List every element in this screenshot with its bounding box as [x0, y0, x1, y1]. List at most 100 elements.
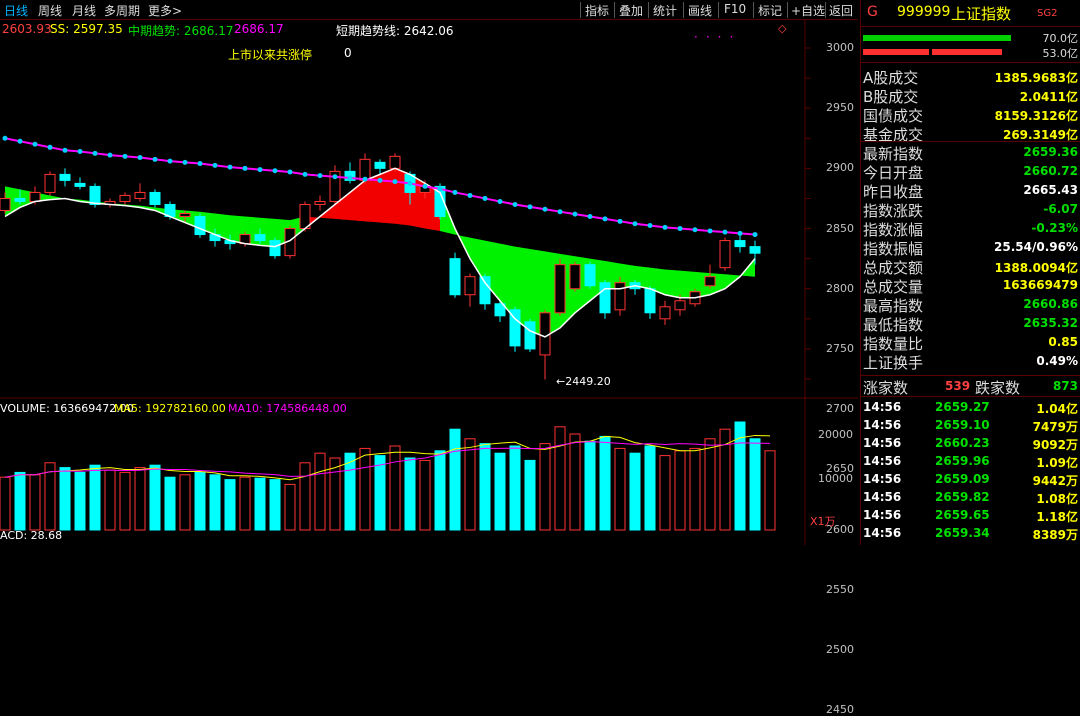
tick-price: 2659.34 — [935, 526, 990, 540]
quote-row: 指数振幅 25.54/0.96% — [861, 238, 1080, 258]
quote-value: 2.0411亿 — [1019, 90, 1078, 104]
divider — [861, 396, 1080, 397]
kline-chart-area[interactable]: 日线 周线 月线 多周期 更多> 指标 叠加 统计 画线 F10 标记 +自选 … — [0, 0, 860, 716]
tick-volume: 1.09亿 — [1036, 456, 1078, 470]
draw-line-button[interactable]: 画线 — [688, 2, 712, 19]
mark-button[interactable]: 标记 — [758, 2, 782, 19]
tab-weekly[interactable]: 周线 — [38, 2, 62, 19]
price-axis-label: 2500 — [826, 643, 854, 656]
volume-bar — [479, 443, 491, 531]
volume-bar — [89, 464, 101, 531]
candle-body — [14, 197, 26, 202]
tick-row[interactable]: 14:56 2659.34 8389万 — [861, 524, 1080, 542]
volume-bar — [14, 471, 26, 531]
tick-volume: 1.04亿 — [1036, 402, 1078, 416]
tick-time: 14:56 — [863, 526, 902, 540]
volume-bar — [659, 455, 671, 531]
ma-ribbon-segment — [380, 168, 395, 224]
tick-time: 14:56 — [863, 418, 902, 432]
toolbar-divider — [648, 2, 649, 18]
volume-bar — [269, 479, 281, 531]
quote-value: 2635.32 — [1023, 316, 1078, 330]
quote-value: -0.23% — [1031, 221, 1078, 235]
ma-mid-dot — [737, 230, 743, 236]
advance-value: 539 — [945, 379, 971, 393]
tick-row[interactable]: 14:56 2659.27 1.04亿 — [861, 398, 1080, 416]
ma-mid-dot — [512, 201, 518, 207]
candle-body — [644, 288, 656, 314]
volume-bar — [494, 452, 506, 531]
volume-bar — [419, 459, 431, 531]
quote-label: B股成交 — [863, 88, 919, 106]
tick-price: 2659.65 — [935, 508, 990, 522]
candle-body — [479, 276, 491, 305]
f10-button[interactable]: F10 — [724, 2, 746, 16]
advance-label: 涨家数 — [863, 379, 909, 397]
chart-toolbar: 日线 周线 月线 多周期 更多> 指标 叠加 统计 画线 F10 标记 +自选 … — [0, 0, 858, 20]
candle-body — [59, 173, 71, 181]
tab-monthly[interactable]: 月线 — [72, 2, 96, 19]
tick-row[interactable]: 14:56 2660.23 9092万 — [861, 434, 1080, 452]
ma-mid-dot — [572, 211, 578, 217]
ma-mid-dot — [62, 147, 68, 153]
ma-mid-dot — [47, 144, 53, 150]
overlay-button[interactable]: 叠加 — [619, 2, 643, 19]
tick-row[interactable]: 14:56 2659.96 1.09亿 — [861, 452, 1080, 470]
candle-body — [119, 194, 131, 202]
candle-body — [74, 182, 86, 187]
back-button[interactable]: 返回 — [829, 2, 853, 19]
indicator-button[interactable]: 指标 — [585, 2, 609, 19]
tick-volume: 7479万 — [1032, 420, 1078, 434]
tab-more[interactable]: 更多> — [148, 2, 182, 19]
quote-label: 指数涨跌 — [863, 202, 924, 220]
quote-label: 总成交量 — [863, 278, 924, 296]
tick-time: 14:56 — [863, 490, 902, 504]
tick-row[interactable]: 14:56 2659.82 1.08亿 — [861, 488, 1080, 506]
add-watchlist-button[interactable]: +自选 — [791, 2, 825, 19]
divider — [861, 62, 1080, 63]
quote-row: 国债成交 8159.3126亿 — [861, 105, 1080, 125]
ma-mid-dot — [542, 206, 548, 212]
quote-value: 163669479 — [1002, 278, 1078, 292]
quote-row: 今日开盘 2660.72 — [861, 162, 1080, 182]
volume-bar — [134, 467, 146, 531]
tick-price: 2659.10 — [935, 418, 990, 432]
decline-label: 跌家数 — [975, 379, 1021, 397]
volume-bar — [209, 474, 221, 531]
tick-price: 2659.82 — [935, 490, 990, 504]
diamond-icon[interactable]: ◇ — [778, 22, 786, 35]
quote-row: 总成交量 163669479 — [861, 276, 1080, 296]
volume-ma10-legend: MA10: 174586448.00 — [228, 402, 347, 415]
ma-mid-dot — [362, 176, 368, 182]
volume-bar — [374, 455, 386, 531]
tab-daily[interactable]: 日线 — [4, 2, 28, 19]
stats-button[interactable]: 统计 — [653, 2, 677, 19]
ma-ribbon-segment — [470, 237, 485, 283]
tick-row[interactable]: 14:56 2659.09 9442万 — [861, 470, 1080, 488]
ma-ribbon-segment — [365, 174, 380, 223]
tab-multi-period[interactable]: 多周期 — [104, 2, 140, 19]
tick-volume: 1.08亿 — [1036, 492, 1078, 506]
volume-bar — [464, 438, 476, 531]
ma-mid-dot — [152, 156, 158, 162]
quote-panel: G 999999 上证指数 SG2 70.0亿 53.0亿 A股成交 1385.… — [860, 0, 1080, 545]
index-code: 999999 — [897, 4, 951, 20]
kline-svg[interactable] — [0, 0, 860, 545]
quote-label: 昨日收盘 — [863, 183, 924, 201]
quote-row: 指数涨跌 -6.07 — [861, 200, 1080, 220]
volume-bar — [644, 445, 656, 531]
quote-value: -6.07 — [1043, 202, 1078, 216]
price-axis-label: 2750 — [826, 342, 854, 355]
toolbar-divider — [683, 2, 684, 18]
ma-mid-dot — [107, 152, 113, 158]
candle-body — [674, 300, 686, 311]
price-axis-label: 2800 — [826, 281, 854, 295]
tick-row[interactable]: 14:56 2659.10 7479万 — [861, 416, 1080, 434]
volume-bar — [674, 450, 686, 531]
volume-bar — [389, 445, 401, 531]
code-mark: G — [867, 4, 878, 20]
volume-bar — [359, 447, 371, 531]
quote-value: 2665.43 — [1023, 183, 1078, 197]
toolbar-divider — [614, 2, 615, 18]
tick-row[interactable]: 14:56 2659.65 1.18亿 — [861, 506, 1080, 524]
